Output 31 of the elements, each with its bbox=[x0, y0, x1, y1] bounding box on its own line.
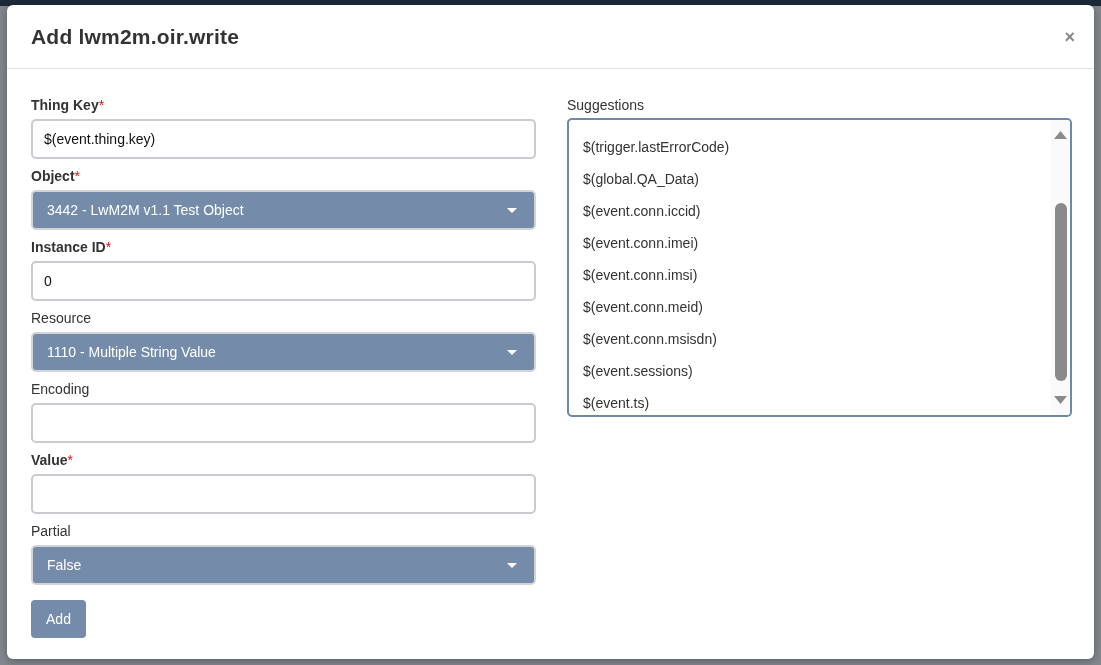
caret-icon bbox=[507, 562, 517, 568]
input-field[interactable] bbox=[31, 474, 536, 514]
suggestion-option[interactable]: $(event.conn.imsi) bbox=[583, 265, 698, 285]
suggestions-listbox[interactable]: $(trigger.lastErrorCode) $(global.QA_Data) $(event.conn.iccid) $(event.conn.imei) $(event.conn.imsi) $(event.conn.meid) $(event.conn.msisdn) $(event.sessions) $(event.ts) bbox=[567, 118, 1072, 417]
suggestion-option[interactable]: $(trigger.lastErrorCode) bbox=[583, 137, 730, 157]
field-label: Object* bbox=[31, 167, 81, 186]
field-label: Value* bbox=[31, 451, 74, 470]
scrollbar[interactable] bbox=[1051, 120, 1070, 415]
dialog-title: Add lwm2m.oir.write bbox=[31, 24, 239, 49]
field-label: Thing Key* bbox=[31, 96, 105, 115]
suggestion-option[interactable]: $(event.sessions) bbox=[583, 361, 693, 381]
close-button[interactable]: × bbox=[1062, 26, 1077, 47]
field-label: Instance ID* bbox=[31, 238, 112, 257]
suggestion-option[interactable]: $(event.conn.imei) bbox=[583, 233, 699, 253]
input-field[interactable] bbox=[31, 403, 536, 443]
suggestion-option[interactable]: $(event.conn.msisdn) bbox=[583, 329, 717, 349]
scroll-down-arrow-icon bbox=[1054, 396, 1067, 404]
suggestion-option[interactable]: $(event.conn.iccid) bbox=[583, 201, 701, 221]
scroll-up-arrow-icon bbox=[1054, 131, 1067, 139]
scrollbar-thumb[interactable] bbox=[1054, 203, 1067, 381]
suggestion-option[interactable]: $(event.ts) bbox=[583, 393, 650, 413]
suggestions-label: Suggestions bbox=[567, 96, 645, 115]
field-label: Resource bbox=[31, 309, 91, 328]
input-field[interactable]: 0 bbox=[31, 261, 536, 301]
caret-icon bbox=[507, 207, 517, 213]
field-label: Encoding bbox=[31, 380, 90, 399]
input-field[interactable]: $(event.thing.key) bbox=[31, 119, 536, 159]
field-label: Partial bbox=[31, 522, 71, 541]
suggestion-option[interactable]: $(event.conn.meid) bbox=[583, 297, 703, 317]
caret-icon bbox=[507, 349, 517, 355]
suggestion-option[interactable]: $(global.QA_Data) bbox=[583, 169, 699, 189]
